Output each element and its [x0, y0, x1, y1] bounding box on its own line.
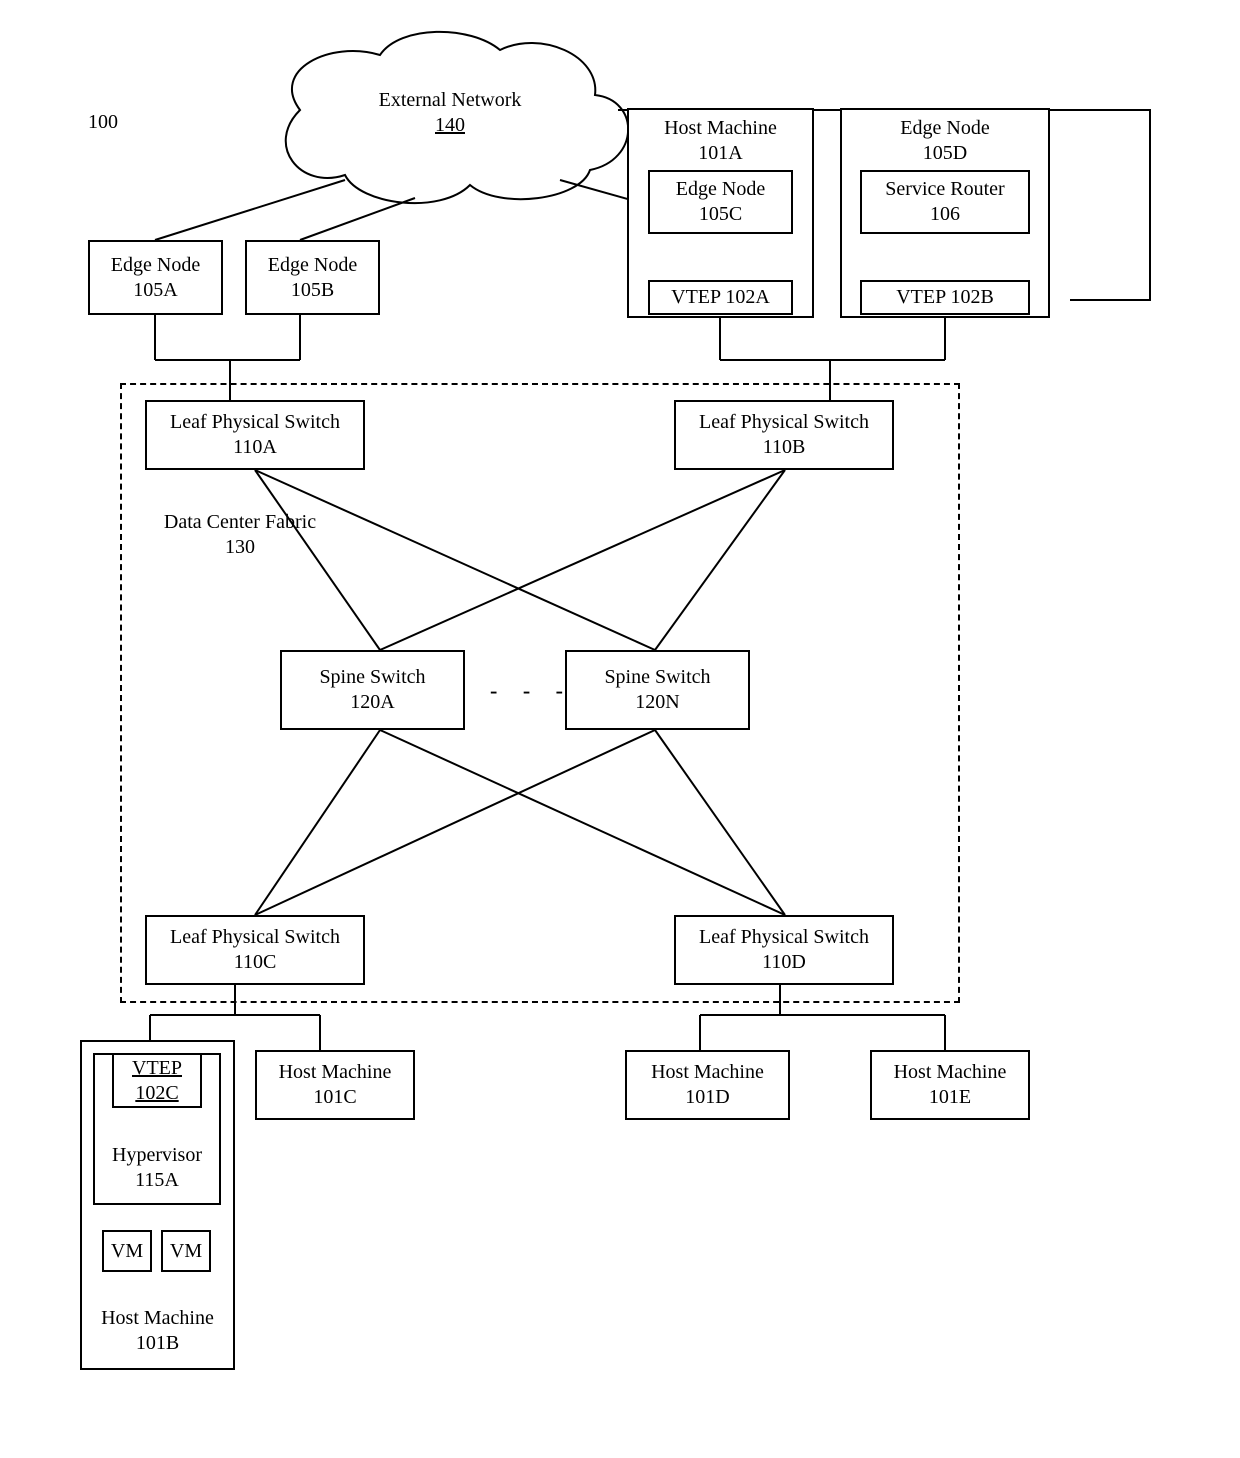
host-a-id: 101A — [698, 141, 742, 166]
edge-b-id: 105B — [291, 278, 334, 303]
leaf-c-title: Leaf Physical Switch — [170, 925, 340, 950]
host-d-title: Host Machine — [651, 1060, 764, 1085]
vtep-a-label: VTEP 102A — [671, 285, 770, 310]
service-router: Service Router 106 — [860, 170, 1030, 234]
leaf-c-id: 110C — [234, 950, 277, 975]
edge-node-b: Edge Node 105B — [245, 240, 380, 315]
line-cloud-edge-a — [155, 180, 345, 240]
edge-d-id: 105D — [923, 141, 967, 166]
host-a-title: Host Machine — [664, 116, 777, 141]
host-c-id: 101C — [313, 1085, 356, 1110]
leaf-b-id: 110B — [763, 435, 806, 460]
sr-id: 106 — [930, 202, 960, 227]
hv-title: Hypervisor — [112, 1143, 202, 1168]
edge-c-id: 105C — [699, 202, 742, 227]
spine-n-id: 120N — [635, 690, 679, 715]
host-b-title: Host Machine — [101, 1306, 214, 1331]
spine-a-id: 120A — [350, 690, 394, 715]
edge-a-id: 105A — [133, 278, 177, 303]
leaf-d-id: 110D — [762, 950, 806, 975]
edge-node-c: Edge Node 105C — [648, 170, 793, 234]
figure-number: 100 — [88, 110, 118, 135]
edge-b-title: Edge Node — [268, 253, 357, 278]
host-c-title: Host Machine — [279, 1060, 392, 1085]
vtep-c-id: 102C — [135, 1081, 178, 1106]
spine-a-title: Spine Switch — [319, 665, 425, 690]
spine-switch-a: Spine Switch 120A — [280, 650, 465, 730]
cloud-id: 140 — [370, 113, 530, 138]
leaf-b-title: Leaf Physical Switch — [699, 410, 869, 435]
leaf-a-title: Leaf Physical Switch — [170, 410, 340, 435]
line-cloud-edge-b — [300, 198, 415, 240]
edge-c-title: Edge Node — [676, 177, 765, 202]
edge-node-a: Edge Node 105A — [88, 240, 223, 315]
vm2-label: VM — [170, 1239, 202, 1264]
vtep-a: VTEP 102A — [648, 280, 793, 315]
spine-n-title: Spine Switch — [604, 665, 710, 690]
diagram-canvas: 100 External Network 140 Edge Node 105A … — [0, 0, 1240, 1458]
host-d-id: 101D — [685, 1085, 729, 1110]
fabric-id: 130 — [150, 535, 330, 560]
leaf-switch-b: Leaf Physical Switch 110B — [674, 400, 894, 470]
vm-1: VM — [102, 1230, 152, 1272]
host-e-id: 101E — [929, 1085, 971, 1110]
fabric-title: Data Center Fabric — [150, 510, 330, 535]
cloud-title: External Network — [370, 88, 530, 113]
leaf-switch-d: Leaf Physical Switch 110D — [674, 915, 894, 985]
leaf-switch-c: Leaf Physical Switch 110C — [145, 915, 365, 985]
sr-title: Service Router — [885, 177, 1004, 202]
vtep-c-title: VTEP — [132, 1056, 182, 1081]
host-machine-c: Host Machine 101C — [255, 1050, 415, 1120]
edge-a-title: Edge Node — [111, 253, 200, 278]
host-b-id: 101B — [136, 1331, 179, 1356]
leaf-switch-a: Leaf Physical Switch 110A — [145, 400, 365, 470]
vtep-b: VTEP 102B — [860, 280, 1030, 315]
leaf-a-id: 110A — [233, 435, 277, 460]
vm1-label: VM — [111, 1239, 143, 1264]
fabric-label: Data Center Fabric 130 — [150, 510, 330, 560]
hv-id: 115A — [135, 1168, 179, 1193]
host-machine-e: Host Machine 101E — [870, 1050, 1030, 1120]
leaf-d-title: Leaf Physical Switch — [699, 925, 869, 950]
vm-2: VM — [161, 1230, 211, 1272]
host-e-title: Host Machine — [894, 1060, 1007, 1085]
host-machine-d: Host Machine 101D — [625, 1050, 790, 1120]
vtep-b-label: VTEP 102B — [896, 285, 994, 310]
vtep-c: VTEP 102C — [112, 1053, 202, 1108]
edge-d-title: Edge Node — [900, 116, 989, 141]
ellipsis: - - - — [490, 678, 573, 704]
spine-switch-n: Spine Switch 120N — [565, 650, 750, 730]
cloud-label: External Network 140 — [370, 88, 530, 138]
